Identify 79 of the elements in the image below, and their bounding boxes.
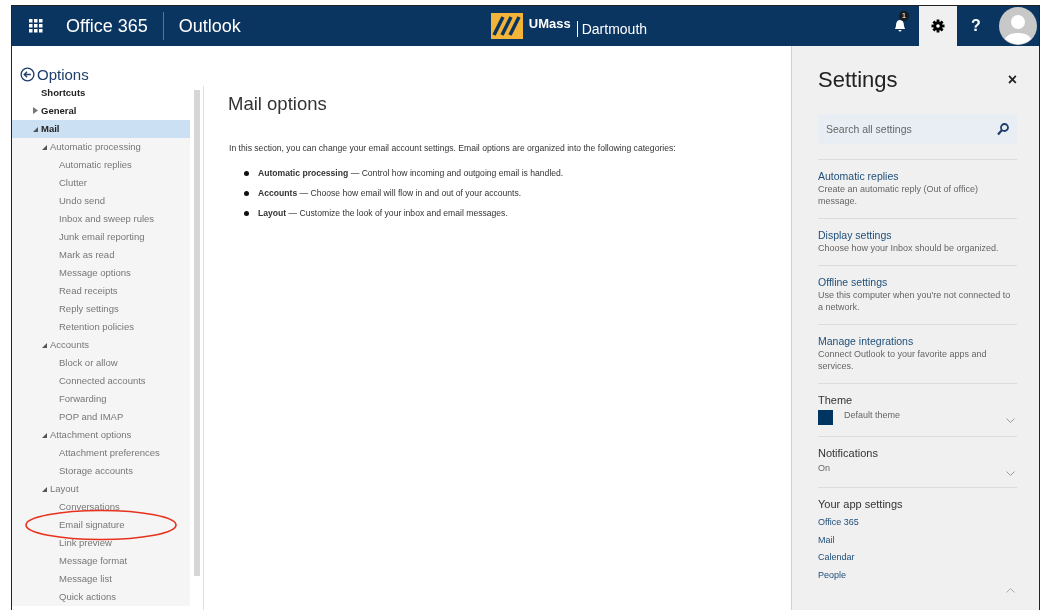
nav-item[interactable]: General — [12, 102, 190, 120]
nav-item[interactable]: Junk email reporting — [12, 228, 190, 246]
intro-text: In this section, you can change your email account settings. Email options are organized into the following categories: — [229, 143, 677, 153]
logo-name: UMass — [528, 15, 571, 31]
app-settings-heading: Your app settings — [818, 498, 904, 510]
page-title: Mail options — [228, 93, 328, 115]
notification-badge: 1 — [899, 11, 909, 21]
expanded-triangle-icon[interactable] — [42, 145, 47, 150]
settings-description: Connect Outlook to your favorite apps and services. — [818, 348, 988, 372]
nav-item[interactable]: Automatic replies — [12, 156, 190, 174]
help-button[interactable]: ? — [957, 6, 995, 46]
search-field[interactable]: Search all settings — [818, 114, 1017, 144]
settings-title: Settings — [818, 67, 898, 93]
settings-icon[interactable] — [919, 6, 957, 46]
expanded-triangle-icon[interactable] — [42, 343, 47, 348]
nav-item[interactable]: Automatic processing — [12, 138, 190, 156]
bullet-text: Automatic processing — Control how incoming and outgoing email is handled. — [258, 168, 564, 178]
nav-item[interactable]: Message list — [12, 570, 190, 588]
nav-item[interactable]: Inbox and sweep rules — [12, 210, 190, 228]
nav-item[interactable]: Shortcuts — [12, 84, 190, 102]
nav-item[interactable]: Reply settings — [12, 300, 190, 318]
expanded-triangle-icon[interactable] — [42, 433, 47, 438]
settings-description: Use this computer when you're not connected to a network. — [818, 289, 1012, 313]
bullet-text: Accounts — Choose how email will flow in and out of your accounts. — [258, 188, 522, 198]
avatar-icon[interactable] — [999, 7, 1037, 45]
nav-item[interactable]: Read receipts — [12, 282, 190, 300]
nav-item[interactable]: Link preview — [12, 534, 190, 552]
app-settings-link[interactable]: Office 365 — [818, 514, 1017, 532]
app-title[interactable]: Outlook — [163, 15, 241, 37]
nav-item[interactable]: Quick actions — [12, 588, 190, 606]
notifications-dropdown[interactable]: On — [818, 463, 1017, 476]
logo-subtitle: Dartmouth — [576, 21, 648, 37]
bell-icon — [894, 19, 906, 33]
nav-item[interactable]: Attachment preferences — [12, 444, 190, 462]
nav-item[interactable]: Conversations — [12, 498, 190, 516]
settings-description: Create an automatic reply (Out of office) message. — [818, 183, 979, 207]
nav-item[interactable]: Undo send — [12, 192, 190, 210]
nav-item[interactable]: Mark as read — [12, 246, 190, 264]
nav-item[interactable]: Block or allow — [12, 354, 190, 372]
bullet-text: Layout — Customize the look of your inbox and email messages. — [258, 208, 508, 218]
app-settings-link[interactable]: Mail — [818, 531, 1017, 549]
nav-item[interactable]: POP and IMAP — [12, 408, 190, 426]
nav-item[interactable]: Message format — [12, 552, 190, 570]
theme-label: Theme — [818, 394, 854, 406]
nav-item[interactable]: Clutter — [12, 174, 190, 192]
nav-item[interactable]: Layout — [12, 480, 190, 498]
theme-dropdown[interactable]: Default theme — [818, 410, 1017, 425]
nav-item[interactable]: Connected accounts — [12, 372, 190, 390]
settings-link[interactable]: Display settings — [818, 229, 1017, 241]
logo-icon — [490, 13, 523, 39]
chevron-down-icon — [1006, 471, 1015, 476]
nav-item[interactable]: Storage accounts — [12, 462, 190, 480]
nav-item[interactable]: Mail — [12, 120, 190, 138]
suite-title[interactable]: Office 365 — [60, 12, 164, 40]
nav-item[interactable]: Forwarding — [12, 390, 190, 408]
settings-link[interactable]: Manage integrations — [818, 335, 1017, 347]
nav-item[interactable]: Message options — [12, 264, 190, 282]
bullet-icon — [244, 190, 249, 196]
expanded-triangle-icon[interactable] — [42, 487, 47, 492]
settings-link[interactable]: Offline settings — [818, 276, 1017, 288]
settings-link[interactable]: Automatic replies — [818, 170, 1017, 182]
back-button[interactable]: Options — [12, 46, 203, 84]
expanded-triangle-icon[interactable] — [33, 127, 38, 132]
nav-item[interactable]: Retention policies — [12, 318, 190, 336]
chevron-down-icon — [1006, 418, 1015, 423]
app-settings-link[interactable]: People — [818, 566, 1017, 584]
nav-item[interactable]: Email signature — [12, 516, 190, 534]
notifications-button[interactable]: 1 — [881, 6, 919, 46]
collapsed-triangle-icon[interactable] — [33, 107, 38, 114]
close-button[interactable]: × — [1007, 71, 1017, 89]
settings-description: Choose how your Inbox should be organized. — [818, 242, 1000, 254]
bullet-icon — [244, 170, 249, 176]
search-icon[interactable] — [997, 123, 1009, 136]
scrollbar[interactable] — [194, 90, 200, 576]
nav-item[interactable]: Attachment options — [12, 426, 190, 444]
notifications-label: Notifications — [818, 447, 879, 459]
app-settings-link[interactable]: Calendar — [818, 549, 1017, 567]
nav-item[interactable]: Accounts — [12, 336, 190, 354]
bullet-icon — [244, 210, 249, 216]
